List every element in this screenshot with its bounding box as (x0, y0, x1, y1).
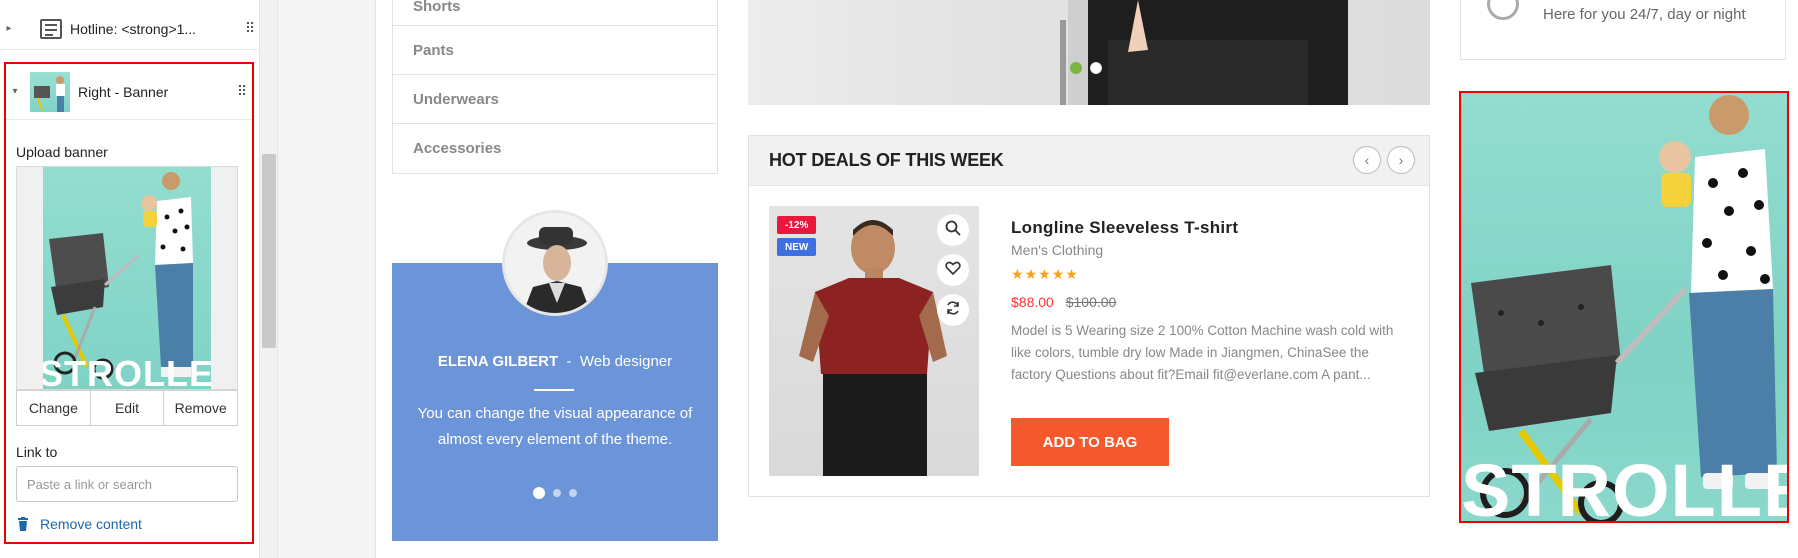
pagination-dot[interactable] (1070, 62, 1082, 74)
trash-icon (16, 517, 30, 531)
banner-preview[interactable]: STROLLER (16, 166, 238, 390)
chevron-right-icon[interactable]: › (1387, 146, 1415, 174)
testimonial-text: You can change the visual appearance of … (417, 405, 693, 448)
banner-image: STROLLER (43, 167, 211, 389)
expand-caret-icon[interactable]: ▸ (0, 23, 18, 34)
heart-icon (945, 260, 961, 281)
star-icon: ★ (1024, 266, 1038, 282)
chevron-left-icon[interactable]: ‹ (1353, 146, 1381, 174)
hero-pagination (1070, 62, 1102, 74)
current-price: $88.00 (1011, 294, 1054, 310)
product-category[interactable]: Men's Clothing (1011, 242, 1103, 258)
new-badge: NEW (777, 238, 817, 256)
support-text: Here for you 24/7, day or night (1543, 6, 1746, 23)
remove-content-link[interactable]: Remove content (16, 516, 142, 532)
remove-button[interactable]: Remove (164, 391, 237, 425)
product-image[interactable]: -12% NEW (769, 206, 979, 476)
author-name: ELENA GILBERT (437, 353, 559, 370)
star-icon: ★ (1051, 266, 1065, 282)
search-icon (945, 220, 961, 241)
testimonial-author: ELENA GILBERT - Web designer (392, 353, 718, 370)
collapse-caret-icon[interactable]: ▾ (6, 86, 24, 97)
hero-slider[interactable] (748, 0, 1430, 105)
compare-button[interactable] (937, 294, 969, 326)
star-icon: ★ (1038, 266, 1051, 282)
drag-handle-icon[interactable]: ⠿ (240, 20, 260, 37)
text-block-icon (40, 18, 62, 39)
edit-button[interactable]: Edit (91, 391, 165, 425)
banner-text: STROLLER (1461, 449, 1787, 523)
divider (534, 389, 574, 391)
change-button[interactable]: Change (17, 391, 91, 425)
sidebar-scrollbar[interactable] (260, 0, 278, 558)
drag-handle-icon[interactable]: ⠿ (232, 83, 252, 100)
star-icon: ★ (1065, 266, 1078, 282)
category-item-pants[interactable]: Pants (393, 26, 717, 75)
theme-editor-sidebar: ▸ Hotline: <strong>1... ⠿ ▾ Right - Bann… (0, 0, 260, 558)
add-to-bag-button[interactable]: ADD TO BAG (1011, 418, 1169, 466)
support-icon (1487, 0, 1519, 20)
pagination-dot[interactable] (533, 487, 545, 499)
category-list: Shorts Pants Underwears Accessories (392, 0, 718, 174)
section-row-right-banner[interactable]: ▾ Right - Banner ⠿ (6, 64, 252, 120)
section-title: Right - Banner (78, 83, 169, 100)
support-box: Here for you 24/7, day or night (1460, 0, 1786, 60)
category-item-accessories[interactable]: Accessories (393, 124, 717, 173)
deals-header: HOT DEALS OF THIS WEEK ‹ › (749, 136, 1429, 186)
product-name[interactable]: Longline Sleeveless T-shirt (1011, 218, 1238, 238)
author-avatar (502, 210, 608, 316)
quick-view-button[interactable] (937, 214, 969, 246)
section-title: Hotline: <strong>1... (70, 20, 197, 37)
old-price: $100.00 (1065, 294, 1117, 310)
right-banner[interactable]: STROLLER (1459, 91, 1789, 523)
refresh-icon (945, 300, 961, 321)
category-item-shorts[interactable]: Shorts (393, 0, 717, 26)
banner-text: STROLLER (43, 353, 211, 389)
author-separator: - (566, 353, 572, 370)
testimonial-pagination (392, 487, 718, 499)
hot-deals-section: HOT DEALS OF THIS WEEK ‹ › -12% NEW Long… (748, 135, 1430, 497)
category-item-underwears[interactable]: Underwears (393, 75, 717, 124)
section-row-hotline[interactable]: ▸ Hotline: <strong>1... ⠿ (0, 8, 260, 50)
remove-content-label: Remove content (40, 516, 142, 532)
wishlist-button[interactable] (937, 254, 969, 286)
sale-badge: -12% (777, 216, 817, 234)
deals-nav: ‹ › (1353, 146, 1415, 174)
link-to-label: Link to (16, 444, 58, 460)
upload-banner-label: Upload banner (16, 144, 108, 160)
pagination-dot[interactable] (569, 489, 577, 497)
product-rating: ★ ★ ★ ★ ★ (1011, 266, 1078, 283)
pagination-dot[interactable] (1090, 62, 1102, 74)
star-icon: ★ (1011, 266, 1024, 282)
product-description: Model is 5 Wearing size 2 100% Cotton Ma… (1011, 323, 1394, 382)
right-banner-settings: ▾ Right - Banner ⠿ Upload banner STROLL … (4, 62, 254, 544)
link-input[interactable] (16, 466, 238, 502)
banner-thumbnail (30, 71, 70, 112)
product-price: $88.00 $100.00 (1011, 294, 1116, 310)
image-actions: Change Edit Remove (16, 390, 238, 426)
scrollbar-thumb[interactable] (262, 154, 276, 348)
author-role: Web designer (579, 353, 673, 370)
preview-gutter (278, 0, 376, 558)
deals-title: HOT DEALS OF THIS WEEK (769, 150, 1004, 170)
pagination-dot[interactable] (553, 489, 561, 497)
